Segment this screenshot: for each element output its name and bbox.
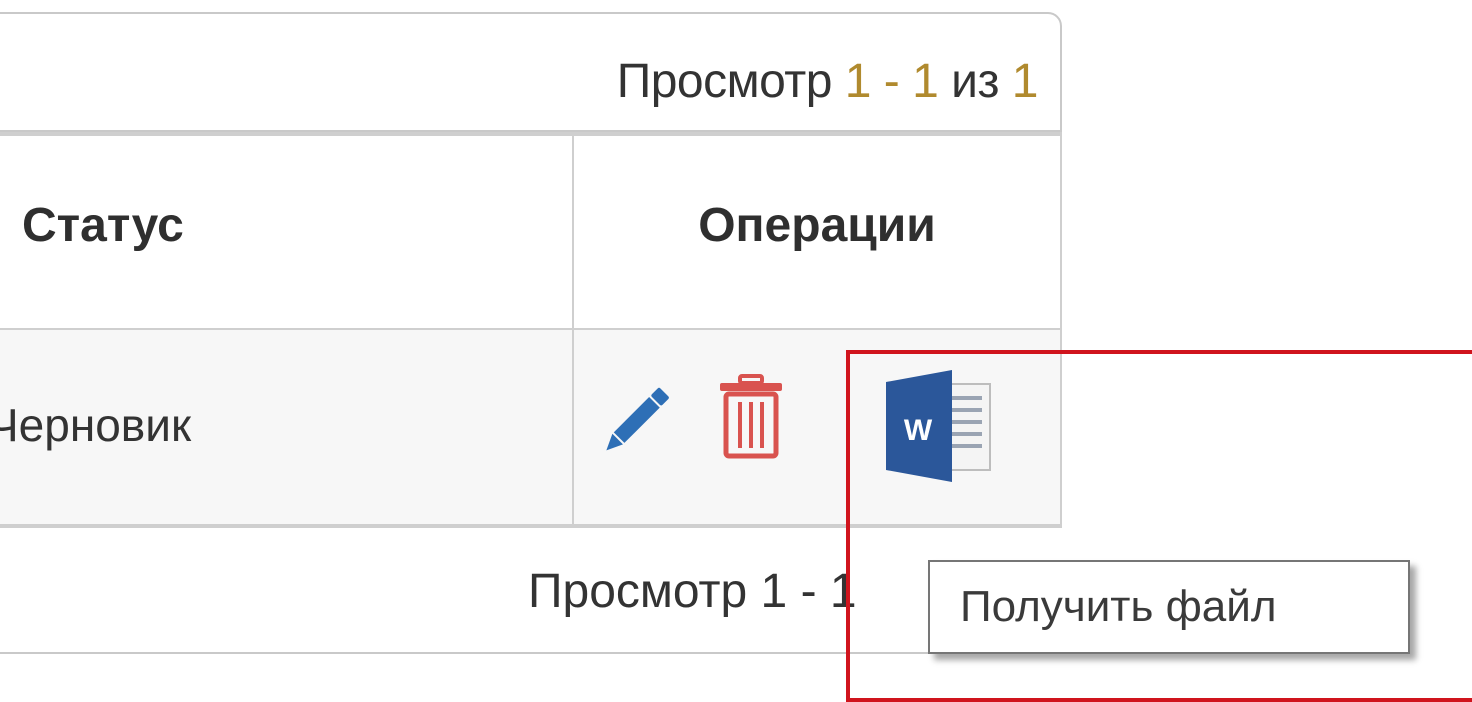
delete-trash-icon[interactable] [716,374,786,460]
pager-top-total: 1 [1011,55,1039,108]
pager-top-range: 1 - 1 [844,55,939,108]
tooltip-get-file: Получить файл [928,560,1410,654]
pager-bottom-info: Просмотр 1 - 1 [528,565,857,618]
screenshot-stage: Просмотр 1 - 1 из 1 Статус Операции Черн… [0,0,1472,702]
edit-pencil-icon[interactable] [592,378,678,464]
pager-top-prefix: Просмотр [616,55,845,108]
column-separator [572,132,574,528]
tooltip-text: Получить файл [960,582,1277,631]
column-header-status[interactable]: Статус [22,198,184,253]
pager-top: Просмотр 1 - 1 из 1 [0,12,1062,132]
pager-top-of: из [938,55,1012,108]
column-header-operations[interactable]: Операции [574,198,1060,253]
pager-top-info: Просмотр 1 - 1 из 1 [616,54,1039,109]
status-cell: Черновик [0,399,192,451]
table-header-row: Статус Операции [0,132,1062,330]
